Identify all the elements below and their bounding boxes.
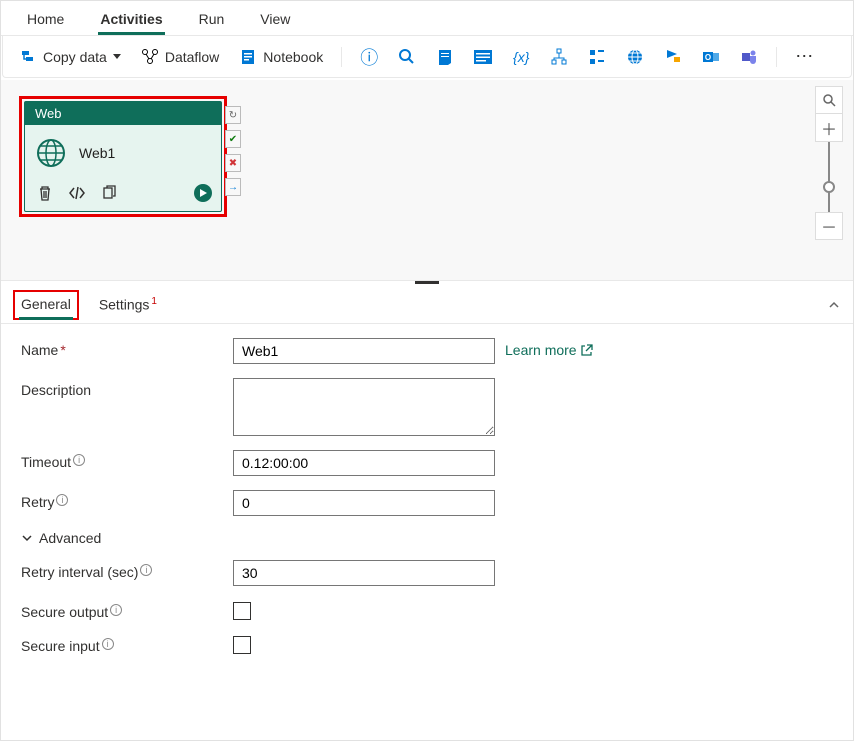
more-icon: ⋯ — [795, 46, 815, 67]
tab-home[interactable]: Home — [9, 1, 82, 35]
list-icon — [474, 48, 492, 66]
info-icon[interactable]: i — [73, 454, 85, 466]
chevron-down-icon — [21, 532, 33, 544]
search-icon-button[interactable] — [392, 44, 422, 70]
notebook-icon — [239, 48, 257, 66]
panel-collapse-button[interactable] — [827, 298, 841, 312]
zoom-in-button[interactable]: ＋ — [815, 114, 843, 142]
dataflow-icon — [141, 48, 159, 66]
dataflow-button[interactable]: Dataflow — [135, 44, 225, 70]
zoom-fit-button[interactable] — [815, 86, 843, 114]
toolbar: Copy data Dataflow Notebook ⓘ {x} O ⋯ — [2, 36, 852, 78]
timeout-input[interactable] — [233, 450, 495, 476]
zoom-controls: ＋ － — [815, 86, 843, 240]
list-icon-button[interactable] — [468, 44, 498, 70]
flag-icon — [664, 48, 682, 66]
globe-toolbar-icon — [626, 48, 644, 66]
tab-activities[interactable]: Activities — [82, 1, 180, 35]
copy-data-icon — [19, 48, 37, 66]
info-icon[interactable]: i — [56, 494, 68, 506]
toolbar-separator — [341, 47, 342, 67]
secure-output-checkbox[interactable] — [233, 602, 251, 620]
retry-label: Retryi — [21, 490, 233, 510]
search-icon — [398, 48, 416, 66]
more-button[interactable]: ⋯ — [789, 42, 821, 71]
globe-icon — [35, 137, 67, 169]
learn-more-link[interactable]: Learn more — [505, 338, 593, 358]
script-icon — [436, 48, 454, 66]
timeout-label: Timeouti — [21, 450, 233, 470]
globe-icon-button[interactable] — [620, 44, 650, 70]
activity-output-handles: ↻ ✔ ✖ → — [225, 106, 241, 196]
task-icon-button[interactable] — [582, 44, 612, 70]
info-icon-button[interactable]: ⓘ — [354, 44, 384, 70]
description-input[interactable] — [233, 378, 495, 436]
highlight-box: Web Web1 — [19, 96, 227, 217]
notebook-label: Notebook — [263, 49, 323, 65]
flag-icon-button[interactable] — [658, 44, 688, 70]
panel-tab-general[interactable]: General — [13, 290, 79, 320]
outlook-icon: O — [702, 48, 720, 66]
run-arrow-icon[interactable] — [193, 183, 213, 203]
copy-data-button[interactable]: Copy data — [13, 44, 127, 70]
copy-icon[interactable] — [99, 183, 119, 203]
script-icon-button[interactable] — [430, 44, 460, 70]
secure-input-checkbox[interactable] — [233, 636, 251, 654]
retry-input[interactable] — [233, 490, 495, 516]
zoom-slider[interactable] — [828, 142, 830, 212]
notebook-button[interactable]: Notebook — [233, 44, 329, 70]
variable-icon-button[interactable]: {x} — [506, 44, 536, 70]
settings-badge: 1 — [151, 296, 157, 307]
info-icon[interactable]: i — [102, 638, 114, 650]
svg-text:O: O — [705, 53, 711, 62]
handle-loop-icon[interactable]: ↻ — [225, 106, 241, 124]
activity-type-header: Web — [25, 102, 221, 125]
secure-output-label: Secure outputi — [21, 600, 233, 620]
name-input[interactable] — [233, 338, 495, 364]
teams-icon — [740, 48, 758, 66]
info-icon[interactable]: i — [140, 564, 152, 576]
chevron-down-icon — [113, 54, 121, 59]
activity-name-label: Web1 — [79, 145, 115, 161]
tree-icon-button[interactable] — [544, 44, 574, 70]
description-label: Description — [21, 378, 233, 398]
info-icon: ⓘ — [360, 48, 378, 66]
copy-data-label: Copy data — [43, 49, 107, 65]
properties-panel-tabs: General Settings1 — [1, 284, 853, 324]
dataflow-label: Dataflow — [165, 49, 219, 65]
settings-tab-label: Settings — [99, 297, 150, 313]
secure-input-label: Secure inputi — [21, 634, 233, 654]
tab-view[interactable]: View — [242, 1, 308, 35]
teams-icon-button[interactable] — [734, 44, 764, 70]
info-icon[interactable]: i — [110, 604, 122, 616]
tab-run[interactable]: Run — [181, 1, 243, 35]
top-tab-bar: Home Activities Run View — [1, 1, 853, 36]
handle-fail-icon[interactable]: ✖ — [225, 154, 241, 172]
outlook-icon-button[interactable]: O — [696, 44, 726, 70]
delete-icon[interactable] — [35, 183, 55, 203]
retry-interval-label: Retry interval (sec)i — [21, 560, 233, 580]
handle-skip-icon[interactable]: → — [225, 178, 241, 196]
toolbar-separator — [776, 47, 777, 67]
zoom-thumb[interactable] — [823, 181, 835, 193]
zoom-out-button[interactable]: － — [815, 212, 843, 240]
retry-interval-input[interactable] — [233, 560, 495, 586]
advanced-toggle[interactable]: Advanced — [21, 530, 833, 546]
handle-success-icon[interactable]: ✔ — [225, 130, 241, 148]
code-icon[interactable] — [67, 183, 87, 203]
general-form: Name* Learn more Description Timeouti Re… — [1, 324, 853, 682]
task-icon — [588, 48, 606, 66]
variable-icon: {x} — [512, 48, 530, 66]
panel-tab-settings[interactable]: Settings1 — [93, 290, 163, 321]
tree-icon — [550, 48, 568, 66]
name-label: Name* — [21, 338, 233, 358]
external-link-icon — [581, 344, 593, 356]
activity-web-card[interactable]: Web Web1 — [24, 101, 222, 212]
pipeline-canvas[interactable]: Web Web1 — [1, 80, 853, 280]
